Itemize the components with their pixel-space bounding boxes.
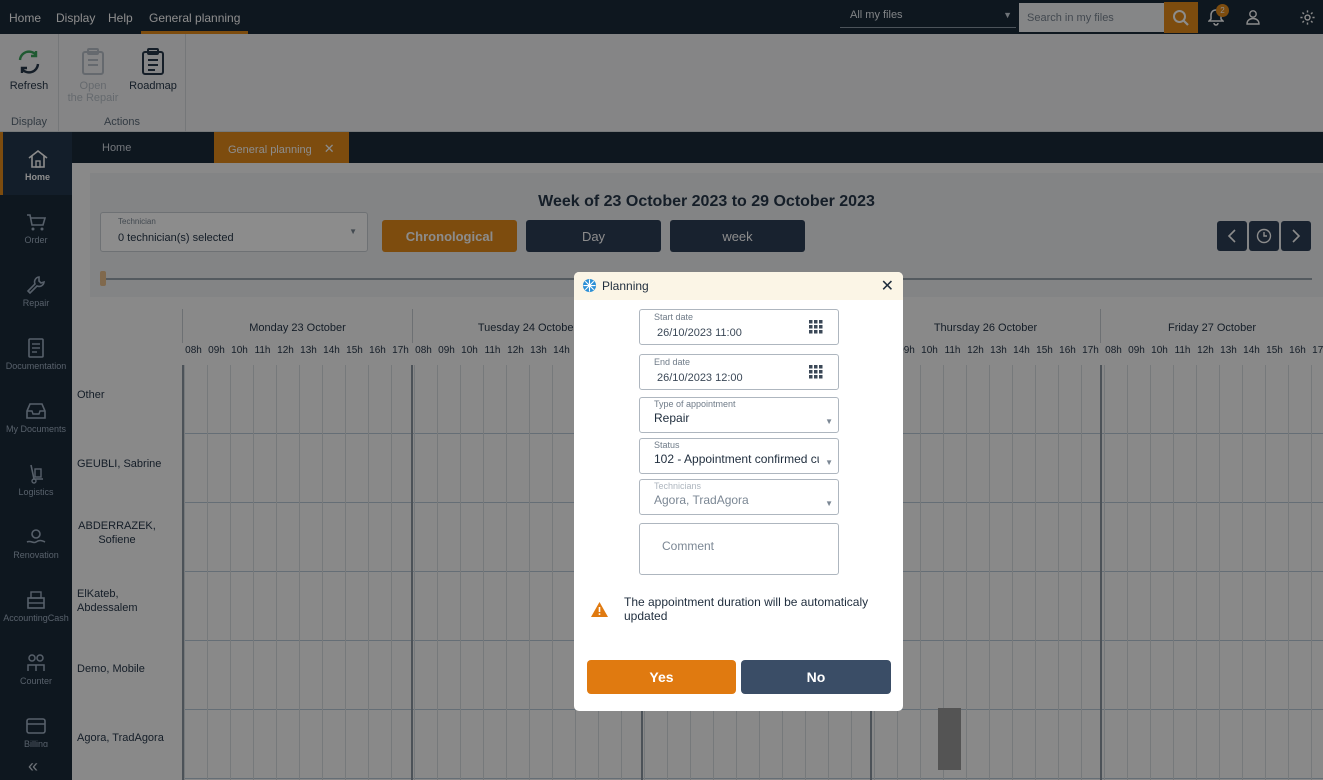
start-date-label: Start date: [654, 312, 694, 322]
end-date-label: End date: [654, 357, 691, 367]
comment-field[interactable]: Comment: [639, 523, 839, 575]
no-button[interactable]: No: [741, 660, 891, 694]
end-date-value: 26/10/2023 12:00: [657, 372, 743, 384]
status-select[interactable]: Status 102 - Appointment confirmed custo…: [639, 438, 839, 474]
appointment-type-label: Type of appointment: [654, 399, 736, 409]
technicians-label: Technicians: [654, 481, 702, 491]
duration-warning: The appointment duration will be automat…: [624, 595, 869, 623]
calendar-icon[interactable]: [809, 365, 823, 379]
technicians-select: Technicians Agora, TradAgora ▼: [639, 479, 839, 515]
chevron-down-icon: ▼: [825, 458, 833, 467]
dialog-header: Planning ✕: [574, 272, 903, 300]
app-logo-icon: [582, 278, 597, 293]
warning-icon: [591, 602, 608, 617]
yes-button[interactable]: Yes: [587, 660, 736, 694]
status-value: 102 - Appointment confirmed customer: [654, 452, 819, 466]
end-date-field[interactable]: End date 26/10/2023 12:00: [639, 354, 839, 390]
chevron-down-icon: ▼: [825, 417, 833, 426]
planning-dialog: Planning ✕ Start date 26/10/2023 11:00 E…: [574, 272, 903, 711]
appointment-type-select[interactable]: Type of appointment Repair ▼: [639, 397, 839, 433]
dialog-title: Planning: [602, 279, 649, 293]
chevron-down-icon: ▼: [825, 499, 833, 508]
close-icon[interactable]: ✕: [881, 276, 894, 296]
calendar-icon[interactable]: [809, 320, 823, 334]
appointment-type-value: Repair: [654, 411, 690, 425]
technicians-value: Agora, TradAgora: [654, 493, 749, 507]
status-label: Status: [654, 440, 680, 450]
start-date-field[interactable]: Start date 26/10/2023 11:00: [639, 309, 839, 345]
start-date-value: 26/10/2023 11:00: [657, 327, 742, 339]
